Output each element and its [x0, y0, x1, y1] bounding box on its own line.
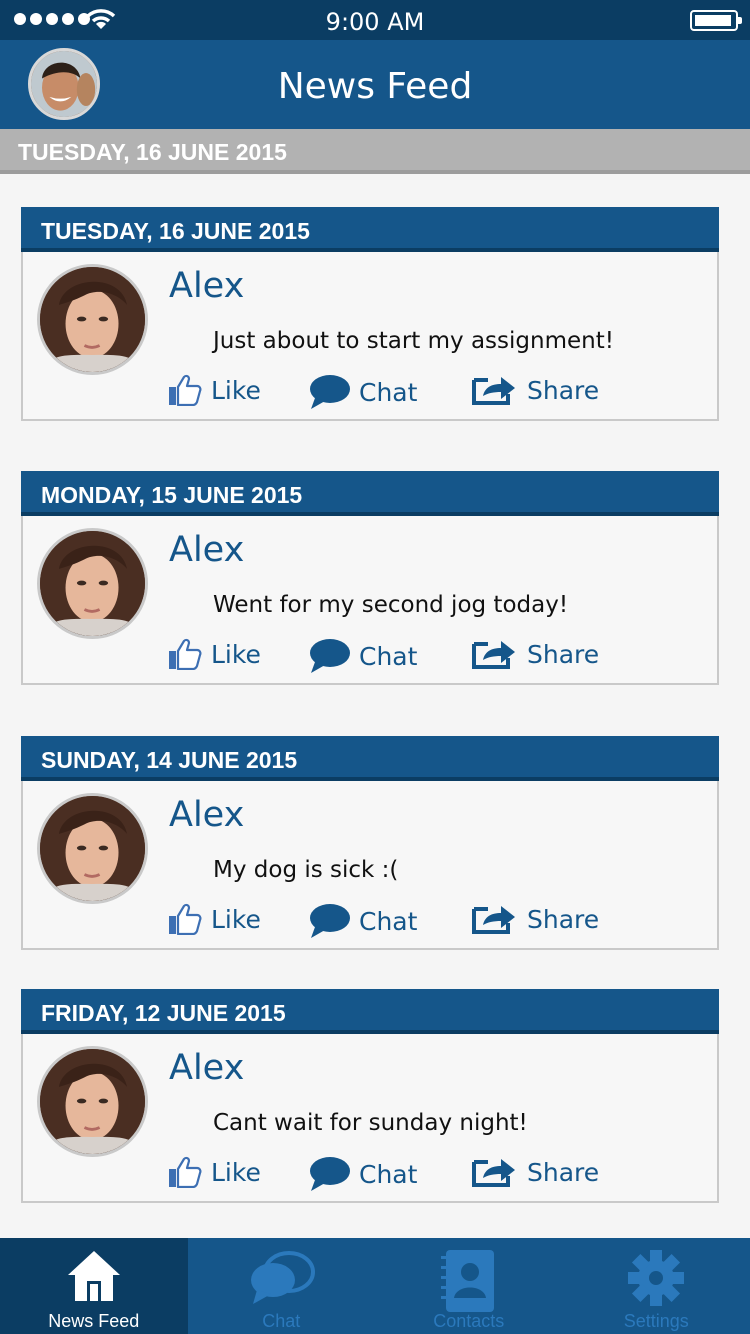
post-date: FRIDAY, 12 JUNE 2015: [21, 989, 719, 1034]
post-body: Alex Just about to start my assignment! …: [21, 252, 719, 421]
post-author[interactable]: Alex: [169, 795, 244, 835]
post-card: SUNDAY, 14 JUNE 2015 Alex My dog is sick…: [21, 736, 719, 950]
post-author[interactable]: Alex: [169, 530, 244, 570]
post-body: Alex Cant wait for sunday night! Like Ch…: [21, 1034, 719, 1203]
share-label: Share: [527, 904, 600, 934]
like-label: Like: [211, 1157, 261, 1187]
like-button[interactable]: Like: [167, 1156, 261, 1188]
post-author[interactable]: Alex: [169, 266, 244, 306]
share-button[interactable]: Share: [471, 374, 599, 406]
chat-label: Chat: [359, 641, 418, 671]
user-photo-icon: [40, 796, 145, 901]
status-time: 9:00 AM: [325, 8, 425, 36]
navigation-bar: News Feed: [0, 40, 750, 129]
share-label: Share: [527, 375, 600, 405]
like-label: Like: [211, 904, 261, 934]
share-label: Share: [527, 1157, 600, 1187]
share-icon: [471, 1156, 519, 1188]
chat-button[interactable]: Chat: [309, 1156, 417, 1192]
user-photo-icon: [40, 1049, 145, 1154]
chat-bubble-icon: [309, 374, 351, 410]
like-label: Like: [211, 375, 261, 405]
post-text: Cant wait for sunday night!: [213, 1110, 528, 1136]
tab-contacts[interactable]: Contacts: [375, 1238, 563, 1334]
post-text: Just about to start my assignment!: [213, 328, 614, 354]
user-photo-icon: [40, 531, 145, 636]
like-label: Like: [211, 639, 261, 669]
tab-chat[interactable]: Chat: [188, 1238, 376, 1334]
post-date: TUESDAY, 16 JUNE 2015: [21, 207, 719, 252]
post-card: FRIDAY, 12 JUNE 2015 Alex Cant wait for …: [21, 989, 719, 1203]
share-icon: [471, 638, 519, 670]
like-button[interactable]: Like: [167, 374, 261, 406]
gear-icon: [628, 1250, 685, 1306]
tab-label: Chat: [262, 1311, 301, 1331]
share-label: Share: [527, 639, 600, 669]
post-text: Went for my second jog today!: [213, 592, 569, 618]
post-card: MONDAY, 15 JUNE 2015 Alex Went for my se…: [21, 471, 719, 685]
avatar[interactable]: [37, 264, 148, 375]
share-button[interactable]: Share: [471, 638, 599, 670]
chat-label: Chat: [359, 906, 418, 936]
user-photo-icon: [40, 267, 145, 372]
thumbs-up-icon: [167, 903, 203, 935]
chat-button[interactable]: Chat: [309, 903, 417, 939]
avatar[interactable]: [37, 793, 148, 904]
thumbs-up-icon: [167, 374, 203, 406]
page-title: News Feed: [277, 66, 473, 107]
chat-label: Chat: [359, 377, 418, 407]
tab-bar: News Feed Chat Contacts Settings: [0, 1238, 750, 1334]
tab-news-feed[interactable]: News Feed: [0, 1238, 188, 1334]
tab-label: Contacts: [433, 1311, 505, 1331]
post-card: TUESDAY, 16 JUNE 2015 Alex Just about to…: [21, 207, 719, 421]
avatar[interactable]: [37, 528, 148, 639]
post-date: SUNDAY, 14 JUNE 2015: [21, 736, 719, 781]
share-icon: [471, 903, 519, 935]
post-body: Alex My dog is sick :( Like Chat Share: [21, 781, 719, 950]
tab-label: News Feed: [48, 1311, 140, 1331]
contacts-book-icon: [440, 1250, 494, 1312]
share-button[interactable]: Share: [471, 903, 599, 935]
post-date: MONDAY, 15 JUNE 2015: [21, 471, 719, 516]
post-author[interactable]: Alex: [169, 1048, 244, 1088]
section-date-header: TUESDAY, 16 JUNE 2015: [0, 129, 750, 174]
chat-bubble-icon: [309, 638, 351, 674]
share-icon: [471, 374, 519, 406]
tab-settings[interactable]: Settings: [563, 1238, 750, 1334]
status-bar: 9:00 AM: [0, 0, 750, 40]
chat-bubble-icon: [309, 903, 351, 939]
thumbs-up-icon: [167, 638, 203, 670]
thumbs-up-icon: [167, 1156, 203, 1188]
like-button[interactable]: Like: [167, 903, 261, 935]
chat-bubble-icon: [309, 1156, 351, 1192]
post-body: Alex Went for my second jog today! Like …: [21, 516, 719, 685]
chat-button[interactable]: Chat: [309, 638, 417, 674]
like-button[interactable]: Like: [167, 638, 261, 670]
chat-bubbles-icon: [251, 1251, 316, 1304]
battery-icon: [690, 10, 742, 31]
chat-label: Chat: [359, 1159, 418, 1189]
chat-button[interactable]: Chat: [309, 374, 417, 410]
post-text: My dog is sick :(: [213, 857, 399, 883]
avatar[interactable]: [37, 1046, 148, 1157]
home-icon: [67, 1251, 120, 1301]
tab-label: Settings: [623, 1311, 689, 1331]
share-button[interactable]: Share: [471, 1156, 599, 1188]
